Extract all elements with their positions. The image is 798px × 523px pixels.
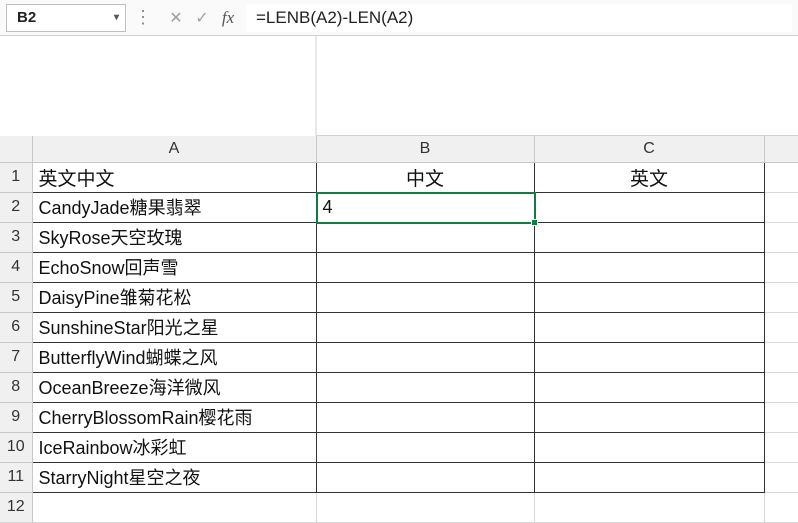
row-header-5[interactable]: 5 [0,282,32,312]
cell-spill-12[interactable] [764,492,798,522]
cell-A5[interactable]: DaisyPine雏菊花松 [32,282,316,312]
cell-spill-11[interactable] [764,462,798,492]
cell-spill-7[interactable] [764,342,798,372]
row-header-7[interactable]: 7 [0,342,32,372]
cell-B12[interactable] [316,492,534,522]
cell-spill-6[interactable] [764,312,798,342]
col-header-spill [764,136,798,162]
cell-spill-5[interactable] [764,282,798,312]
chevron-down-icon[interactable]: ▾ [114,12,119,23]
col-header-C[interactable]: C [534,136,764,162]
cell-spill-4[interactable] [764,252,798,282]
cell-spill-10[interactable] [764,432,798,462]
cell-B10[interactable] [316,432,534,462]
row-header-9[interactable]: 9 [0,402,32,432]
cell-A12[interactable] [32,492,316,522]
cell-C3[interactable] [534,222,764,252]
cell-C10[interactable] [534,432,764,462]
formula-bar-expanded-area[interactable] [316,36,798,136]
cancel-icon[interactable]: ✕ [164,6,188,30]
cell-C12[interactable] [534,492,764,522]
row-header-6[interactable]: 6 [0,312,32,342]
spreadsheet-grid[interactable]: A B C 1 英文中文 中文 英文 2 CandyJade糖果翡翠 4 3 S… [0,136,798,523]
cell-B7[interactable] [316,342,534,372]
row-header-2[interactable]: 2 [0,192,32,222]
formula-input[interactable] [246,4,792,32]
cell-C8[interactable] [534,372,764,402]
col-header-A[interactable]: A [32,136,316,162]
cell-A9[interactable]: CherryBlossomRain樱花雨 [32,402,316,432]
cell-B9[interactable] [316,402,534,432]
cell-B3[interactable] [316,222,534,252]
cell-C9[interactable] [534,402,764,432]
cell-B8[interactable] [316,372,534,402]
row-header-1[interactable]: 1 [0,162,32,192]
cell-B5[interactable] [316,282,534,312]
col-header-B[interactable]: B [316,136,534,162]
cell-A3[interactable]: SkyRose天空玫瑰 [32,222,316,252]
cell-spill-9[interactable] [764,402,798,432]
cell-C11[interactable] [534,462,764,492]
cell-B11[interactable] [316,462,534,492]
row-header-8[interactable]: 8 [0,372,32,402]
cell-A8[interactable]: OceanBreeze海洋微风 [32,372,316,402]
cell-B4[interactable] [316,252,534,282]
cell-C2[interactable] [534,192,764,222]
cell-A11[interactable]: StarryNight星空之夜 [32,462,316,492]
cell-spill-8[interactable] [764,372,798,402]
cell-C1[interactable]: 英文 [534,162,764,192]
cell-B2[interactable]: 4 [316,192,534,222]
name-box[interactable]: B2 ▾ [6,4,126,32]
row-header-3[interactable]: 3 [0,222,32,252]
cell-C6[interactable] [534,312,764,342]
cell-A6[interactable]: SunshineStar阳光之星 [32,312,316,342]
fill-handle[interactable] [531,219,538,226]
formula-bar-buttons: ✕ ✓ fx [158,6,246,30]
cell-spill-1[interactable] [764,162,798,192]
fx-icon[interactable]: fx [216,6,240,30]
select-all-corner[interactable] [0,136,32,162]
cell-B1[interactable]: 中文 [316,162,534,192]
cell-A4[interactable]: EchoSnow回声雪 [32,252,316,282]
name-box-value: B2 [17,9,36,26]
cell-spill-3[interactable] [764,222,798,252]
formula-bar: B2 ▾ ⋮ ✕ ✓ fx [0,0,798,36]
row-header-4[interactable]: 4 [0,252,32,282]
row-header-12[interactable]: 12 [0,492,32,522]
formula-bar-separator-icon: ⋮ [134,7,158,28]
cell-C7[interactable] [534,342,764,372]
row-header-11[interactable]: 11 [0,462,32,492]
cell-C4[interactable] [534,252,764,282]
row-header-10[interactable]: 10 [0,432,32,462]
accept-icon[interactable]: ✓ [190,6,214,30]
cell-A1[interactable]: 英文中文 [32,162,316,192]
cell-B6[interactable] [316,312,534,342]
cell-A7[interactable]: ButterflyWind蝴蝶之风 [32,342,316,372]
cell-A2[interactable]: CandyJade糖果翡翠 [32,192,316,222]
cell-spill-2[interactable] [764,192,798,222]
cell-C5[interactable] [534,282,764,312]
cell-A10[interactable]: IceRainbow冰彩虹 [32,432,316,462]
